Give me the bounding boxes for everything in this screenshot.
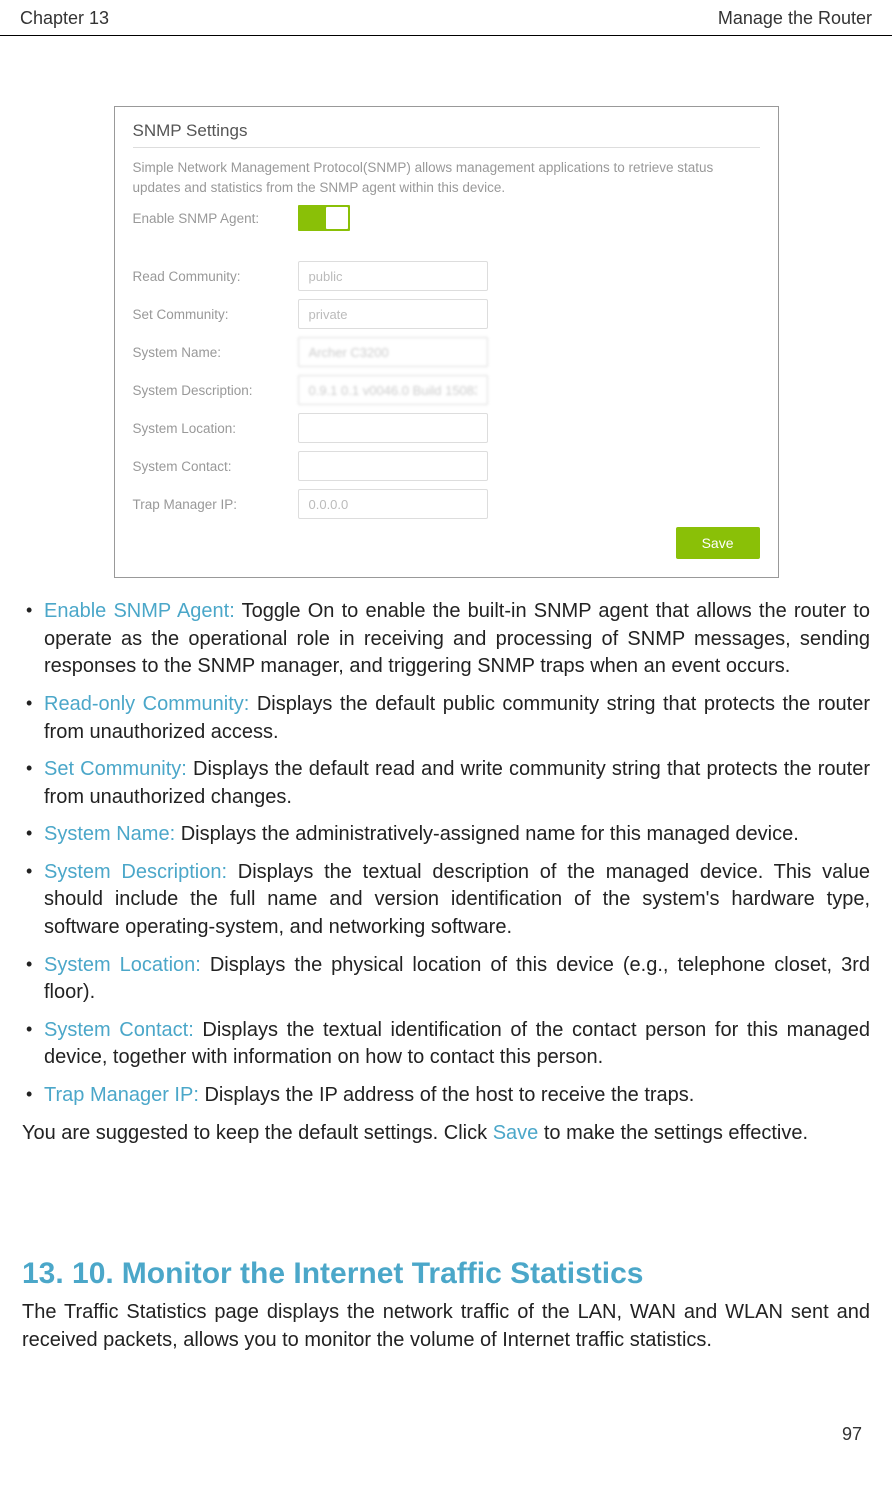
term: System Location: [44, 954, 201, 976]
closing-paragraph: You are suggested to keep the default se… [22, 1120, 870, 1148]
system-name-label: System Name: [133, 345, 298, 360]
set-community-row: Set Community: [133, 299, 760, 329]
term: System Description: [44, 861, 227, 883]
list-item: Enable SNMP Agent: Toggle On to enable t… [22, 598, 870, 681]
system-location-label: System Location: [133, 421, 298, 436]
set-community-input[interactable] [298, 299, 488, 329]
system-description-row: System Description: [133, 375, 760, 405]
system-description-input[interactable] [298, 375, 488, 405]
trap-manager-ip-label: Trap Manager IP: [133, 497, 298, 512]
page-header: Chapter 13 Manage the Router [0, 0, 892, 36]
panel-description: Simple Network Management Protocol(SNMP)… [133, 158, 760, 197]
page-footer: 97 [0, 1394, 892, 1445]
list-item: Set Community: Displays the default read… [22, 756, 870, 811]
page-content: SNMP Settings Simple Network Management … [0, 36, 892, 1394]
system-contact-row: System Contact: [133, 451, 760, 481]
closing-highlight: Save [493, 1122, 539, 1144]
enable-snmp-row: Enable SNMP Agent: [133, 203, 760, 233]
set-community-label: Set Community: [133, 307, 298, 322]
read-community-label: Read Community: [133, 269, 298, 284]
panel-title: SNMP Settings [133, 121, 760, 141]
section-heading: 13. 10.Monitor the Internet Traffic Stat… [22, 1257, 870, 1291]
enable-snmp-toggle[interactable] [298, 205, 350, 231]
page-number: 97 [842, 1424, 862, 1444]
closing-post: to make the settings effective. [538, 1122, 808, 1144]
system-location-input[interactable] [298, 413, 488, 443]
snmp-settings-panel: SNMP Settings Simple Network Management … [114, 106, 779, 578]
term: Read-only Community: [44, 693, 249, 715]
list-item: System Contact: Displays the textual ide… [22, 1017, 870, 1072]
term-text: Displays the IP address of the host to r… [199, 1084, 694, 1106]
enable-snmp-label: Enable SNMP Agent: [133, 211, 298, 226]
system-name-input[interactable] [298, 337, 488, 367]
term: Set Community: [44, 758, 187, 780]
read-community-input[interactable] [298, 261, 488, 291]
term: System Contact: [44, 1019, 194, 1041]
list-item: System Location: Displays the physical l… [22, 952, 870, 1007]
term: System Name: [44, 823, 175, 845]
section-paragraph: The Traffic Statistics page displays the… [22, 1299, 870, 1354]
chapter-label: Chapter 13 [20, 8, 109, 29]
list-item: System Description: Displays the textual… [22, 859, 870, 942]
system-contact-label: System Contact: [133, 459, 298, 474]
save-row: Save [133, 527, 760, 559]
header-title: Manage the Router [718, 8, 872, 29]
save-button[interactable]: Save [676, 527, 760, 559]
term: Enable SNMP Agent: [44, 600, 235, 622]
system-name-row: System Name: [133, 337, 760, 367]
list-item: System Name: Displays the administrative… [22, 821, 870, 849]
system-description-label: System Description: [133, 383, 298, 398]
system-contact-input[interactable] [298, 451, 488, 481]
definition-list: Enable SNMP Agent: Toggle On to enable t… [22, 598, 870, 1110]
trap-manager-ip-row: Trap Manager IP: [133, 489, 760, 519]
trap-manager-ip-input[interactable] [298, 489, 488, 519]
term-text: Displays the administratively-assigned n… [175, 823, 799, 845]
term: Trap Manager IP: [44, 1084, 199, 1106]
section-number: 13. 10. [22, 1257, 114, 1290]
system-location-row: System Location: [133, 413, 760, 443]
read-community-row: Read Community: [133, 261, 760, 291]
list-item: Trap Manager IP: Displays the IP address… [22, 1082, 870, 1110]
closing-pre: You are suggested to keep the default se… [22, 1122, 493, 1144]
panel-divider [133, 147, 760, 148]
section-title: Monitor the Internet Traffic Statistics [122, 1257, 644, 1290]
list-item: Read-only Community: Displays the defaul… [22, 691, 870, 746]
